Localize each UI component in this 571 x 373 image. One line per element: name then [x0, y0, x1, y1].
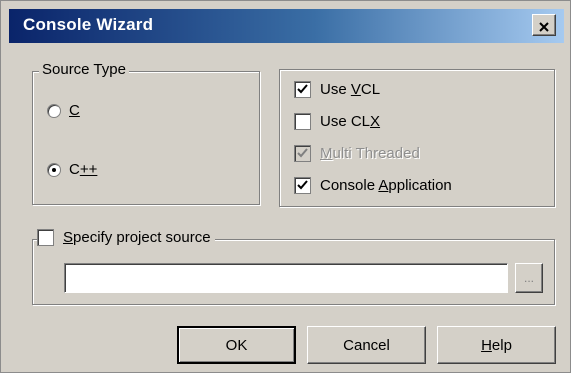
radio-c-indicator[interactable]	[47, 103, 61, 118]
window-title: Console Wizard	[23, 15, 154, 34]
help-label-rest: elp	[491, 336, 512, 354]
multi-threaded-label: Multi Threaded	[320, 145, 420, 162]
console-application-checkbox[interactable]: Console Application	[294, 177, 452, 194]
source-type-legend: Source Type	[39, 61, 129, 78]
use-vcl-label: Use VCL	[320, 81, 381, 98]
specify-project-source-check-indicator[interactable]	[37, 229, 54, 246]
radio-cpp-indicator[interactable]	[47, 162, 61, 177]
radio-cpp-label: C++	[69, 161, 98, 178]
project-source-input[interactable]	[64, 263, 508, 293]
console-application-label: Console Application	[320, 177, 452, 194]
source-type-group: Source Type C C++	[32, 61, 260, 205]
use-vcl-check-indicator[interactable]	[294, 81, 311, 98]
close-button[interactable]	[532, 14, 556, 36]
radio-cpp[interactable]: C++	[47, 161, 97, 178]
console-wizard-dialog: Console Wizard Source Type C C++ Use VCL	[0, 0, 571, 373]
checkmark-icon	[297, 148, 308, 158]
help-mnemonic: H	[481, 336, 492, 354]
radio-c[interactable]: C	[47, 102, 80, 119]
specify-project-source-checkbox[interactable]: Specify project source	[37, 229, 215, 246]
close-icon	[539, 22, 549, 32]
use-clx-check-indicator[interactable]	[294, 113, 311, 130]
options-group: Use VCL Use CLX Multi Threaded Console A…	[279, 69, 555, 207]
checkmark-icon	[297, 84, 308, 94]
multi-threaded-checkbox: Multi Threaded	[294, 145, 420, 162]
console-application-check-indicator[interactable]	[294, 177, 311, 194]
checkmark-icon	[297, 180, 308, 190]
cancel-button[interactable]: Cancel	[307, 326, 426, 364]
multi-threaded-check-indicator	[294, 145, 311, 162]
use-clx-label: Use CLX	[320, 113, 381, 130]
use-clx-checkbox[interactable]: Use CLX	[294, 113, 380, 130]
help-button[interactable]: Help	[437, 326, 556, 364]
title-bar[interactable]: Console Wizard	[9, 9, 564, 43]
browse-button[interactable]: ...	[515, 263, 543, 293]
ok-button[interactable]: OK	[177, 326, 296, 364]
specify-project-source-label: Specify project source	[63, 229, 211, 246]
use-vcl-checkbox[interactable]: Use VCL	[294, 81, 380, 98]
radio-c-label: C	[69, 102, 80, 119]
